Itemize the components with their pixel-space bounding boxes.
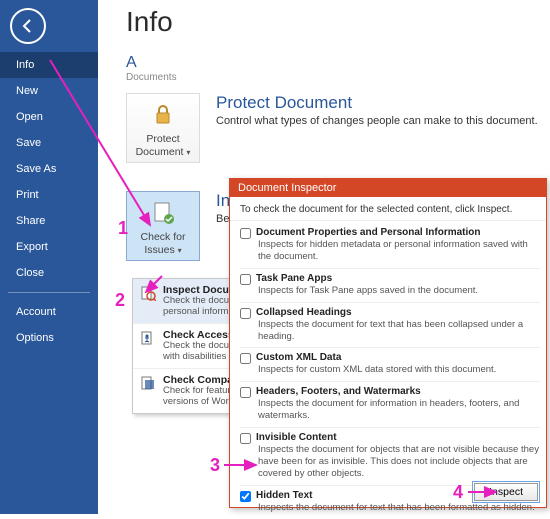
- annotation-2: 2: [115, 290, 125, 311]
- dialog-body: Document Properties and Personal Informa…: [230, 221, 546, 519]
- inspector-option[interactable]: Custom XML Data: [240, 352, 540, 364]
- option-desc: Inspects the document for text that has …: [258, 319, 540, 343]
- inspector-checkbox[interactable]: [240, 308, 251, 319]
- page-title: Info: [126, 6, 550, 38]
- inspector-option-row: Document Properties and Personal Informa…: [240, 223, 540, 269]
- inspector-checkbox[interactable]: [240, 274, 251, 285]
- dialog-footer: Inspect: [474, 483, 538, 501]
- inspector-option[interactable]: Task Pane Apps: [240, 273, 540, 285]
- option-desc: Inspects for hidden metadata or personal…: [258, 239, 540, 263]
- chevron-down-icon: ▾: [186, 148, 190, 157]
- sidebar-item-export[interactable]: Export: [0, 234, 98, 260]
- sidebar-separator: [8, 292, 90, 293]
- option-title: Invisible Content: [256, 432, 337, 443]
- dialog-title: Document Inspector: [230, 179, 546, 197]
- inspector-option-row: Headers, Footers, and WatermarksInspects…: [240, 382, 540, 428]
- inspector-option[interactable]: Invisible Content: [240, 432, 540, 444]
- annotation-3: 3: [210, 455, 220, 476]
- option-desc: Inspects the document for objects that a…: [258, 444, 540, 480]
- option-desc: Inspects for custom XML data stored with…: [258, 364, 540, 376]
- option-title: Headers, Footers, and Watermarks: [256, 386, 421, 397]
- inspector-option[interactable]: Collapsed Headings: [240, 307, 540, 319]
- back-button[interactable]: [10, 8, 46, 44]
- sidebar-item-new[interactable]: New: [0, 78, 98, 104]
- inspector-option-row: Collapsed HeadingsInspects the document …: [240, 303, 540, 349]
- option-desc: Inspects the document for text that has …: [258, 502, 540, 514]
- option-title: Task Pane Apps: [256, 273, 332, 284]
- inspector-option-row: Invisible ContentInspects the document f…: [240, 428, 540, 486]
- arrow-left-icon: [20, 18, 36, 34]
- sidebar-item-info[interactable]: Info: [0, 52, 98, 78]
- compatibility-icon: [139, 374, 157, 392]
- inspector-option[interactable]: Document Properties and Personal Informa…: [240, 227, 540, 239]
- sidebar-item-saveas[interactable]: Save As: [0, 156, 98, 182]
- lock-icon: [148, 100, 178, 130]
- sidebar-item-print[interactable]: Print: [0, 182, 98, 208]
- sidebar-item-save[interactable]: Save: [0, 130, 98, 156]
- inspect-icon: [139, 284, 157, 302]
- sidebar-item-close[interactable]: Close: [0, 260, 98, 286]
- doc-location: Documents: [126, 72, 550, 83]
- dialog-instruction: To check the document for the selected c…: [230, 197, 546, 221]
- inspect-button[interactable]: Inspect: [474, 483, 538, 501]
- sidebar-item-options[interactable]: Options: [0, 325, 98, 351]
- document-check-icon: [148, 198, 178, 228]
- inspector-option[interactable]: Headers, Footers, and Watermarks: [240, 386, 540, 398]
- inspector-option-row: Task Pane AppsInspects for Task Pane app…: [240, 269, 540, 303]
- sidebar-item-open[interactable]: Open: [0, 104, 98, 130]
- protect-document-button[interactable]: Protect Document ▾: [126, 93, 200, 163]
- protect-desc: Control what types of changes people can…: [216, 115, 538, 127]
- option-title: Document Properties and Personal Informa…: [256, 227, 480, 238]
- document-inspector-dialog: Document Inspector To check the document…: [229, 178, 547, 508]
- sidebar-item-account[interactable]: Account: [0, 299, 98, 325]
- option-title: Collapsed Headings: [256, 307, 352, 318]
- inspector-checkbox[interactable]: [240, 353, 251, 364]
- annotation-1: 1: [118, 218, 128, 239]
- annotation-4: 4: [453, 482, 463, 503]
- option-desc: Inspects the document for information in…: [258, 398, 540, 422]
- protect-section: Protect Document ▾ Protect Document Cont…: [126, 93, 550, 163]
- option-title: Custom XML Data: [256, 352, 341, 363]
- inspector-checkbox[interactable]: [240, 433, 251, 444]
- accessibility-icon: [139, 329, 157, 347]
- doc-letter: A: [126, 54, 550, 72]
- inspector-checkbox[interactable]: [240, 228, 251, 239]
- backstage-sidebar: Info New Open Save Save As Print Share E…: [0, 0, 98, 514]
- inspector-checkbox[interactable]: [240, 387, 251, 398]
- chevron-down-icon: ▾: [178, 246, 182, 255]
- inspector-checkbox[interactable]: [240, 491, 251, 502]
- sidebar-item-share[interactable]: Share: [0, 208, 98, 234]
- option-title: Hidden Text: [256, 490, 312, 501]
- option-desc: Inspects for Task Pane apps saved in the…: [258, 285, 540, 297]
- protect-heading: Protect Document: [216, 93, 538, 113]
- inspector-option-row: Custom XML DataInspects for custom XML d…: [240, 348, 540, 382]
- check-for-issues-button[interactable]: Check for Issues ▾: [126, 191, 200, 261]
- protect-button-label: Protect Document: [136, 133, 184, 158]
